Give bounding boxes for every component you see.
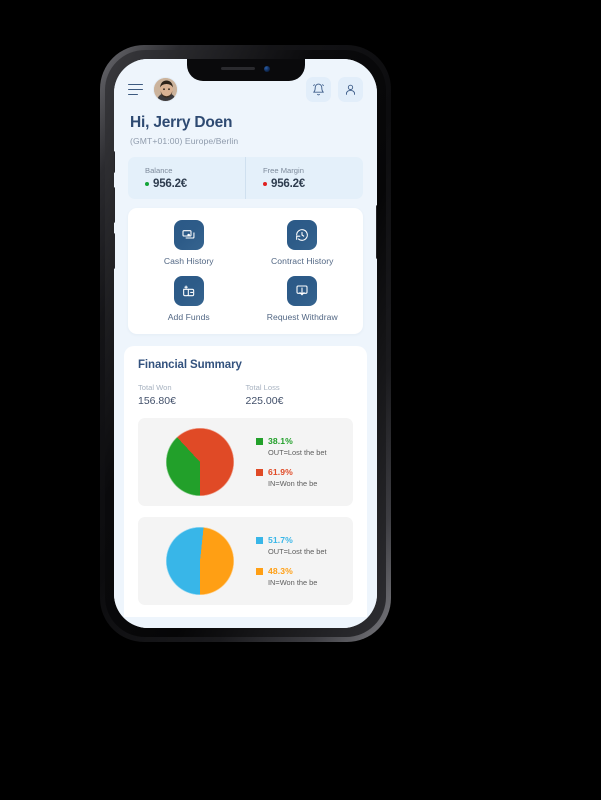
volume-up-button[interactable] — [114, 187, 115, 223]
legend-description: OUT=Lost the bet — [268, 547, 327, 556]
legend-item: 51.7% OUT=Lost the bet — [256, 535, 327, 556]
legend-top: 38.1% — [256, 436, 327, 446]
profile-button[interactable] — [338, 77, 363, 102]
header-right-group — [306, 77, 363, 102]
volume-down-button[interactable] — [114, 233, 115, 269]
action-label: Request Withdraw — [266, 312, 338, 322]
legend-percent: 48.3% — [268, 566, 293, 576]
balance-amount: 956.2€ — [153, 177, 187, 190]
front-camera-icon — [264, 65, 270, 72]
section-title: Financial Summary — [138, 359, 242, 371]
phone-screen: Hi, Jerry Doen (GMT+01:00) Europe/Berlin… — [114, 59, 377, 628]
legend-swatch — [256, 437, 263, 445]
total-won-cell: Total Won 156.80€ — [138, 383, 246, 407]
balance-summary-strip: Balance 956.2€ Free Margin 956.2€ — [128, 157, 363, 199]
legend-top: 61.9% — [256, 467, 327, 477]
total-loss-label: Total Loss — [245, 383, 280, 392]
pie-chart-1 — [166, 428, 234, 496]
device-notch — [186, 59, 305, 81]
legend-percent: 61.9% — [268, 467, 293, 477]
legend-swatch — [256, 536, 263, 544]
request-withdraw-icon — [296, 285, 308, 296]
legend-description: IN=Won the be — [268, 479, 318, 488]
action-add-funds[interactable]: Add Funds — [132, 276, 246, 322]
silent-switch[interactable] — [114, 151, 115, 173]
action-contract-history[interactable]: Contract History — [246, 220, 360, 266]
notification-button[interactable] — [306, 77, 331, 102]
add-funds-tile — [173, 276, 204, 306]
legend-percent: 51.7% — [268, 535, 293, 545]
contract-history-icon — [296, 229, 309, 241]
totals-row: Total Won 156.80€ Total Loss 225.00€ — [138, 383, 353, 407]
legend-swatch — [256, 468, 263, 476]
action-cash-history[interactable]: Cash History — [132, 220, 246, 266]
free-margin-value-row: 956.2€ — [263, 178, 363, 190]
pie-chart-block-2: 51.7% OUT=Lost the bet 48.3% IN=Won the … — [138, 517, 353, 605]
legend-percent: 38.1% — [268, 436, 293, 446]
financial-summary-card: Financial Summary Total Won 156.80€ Tota… — [124, 346, 367, 617]
timezone-label: (GMT+01:00) Europe/Berlin — [130, 136, 239, 146]
person-icon — [345, 84, 356, 95]
total-won-label: Total Won — [138, 383, 172, 392]
free-margin-label: Free Margin — [263, 166, 304, 176]
action-label: Cash History — [163, 256, 214, 266]
action-request-withdraw[interactable]: Request Withdraw — [246, 276, 360, 322]
free-margin-card[interactable]: Free Margin 956.2€ — [245, 157, 363, 199]
hamburger-menu-icon[interactable] — [128, 82, 143, 98]
cash-history-icon — [182, 230, 195, 239]
total-won-value: 156.80€ — [138, 395, 176, 407]
power-button[interactable] — [376, 205, 377, 259]
action-label: Contract History — [271, 256, 334, 266]
phone-device-frame: Hi, Jerry Doen (GMT+01:00) Europe/Berlin… — [100, 45, 391, 642]
add-funds-icon — [182, 285, 194, 297]
request-withdraw-tile — [287, 276, 318, 306]
quick-actions-card: Cash History Contract History Add Funds … — [128, 208, 363, 334]
avatar[interactable] — [153, 77, 178, 102]
pie-chart-block-1: 38.1% OUT=Lost the bet 61.9% IN=Won the … — [138, 418, 353, 506]
legend-top: 48.3% — [256, 566, 327, 576]
speaker-grille — [221, 66, 255, 71]
header-left-group — [128, 77, 178, 102]
status-dot — [145, 181, 149, 186]
app-scroll-container[interactable]: Hi, Jerry Doen (GMT+01:00) Europe/Berlin… — [114, 59, 377, 628]
total-loss-cell: Total Loss 225.00€ — [246, 383, 354, 407]
legend-item: 48.3% IN=Won the be — [256, 566, 327, 587]
contract-history-tile — [287, 220, 318, 250]
pie-chart-2 — [166, 527, 234, 595]
legend-item: 61.9% IN=Won the be — [256, 467, 327, 488]
legend-swatch — [256, 567, 263, 575]
bell-icon — [313, 83, 324, 96]
legend-top: 51.7% — [256, 535, 327, 545]
legend-item: 38.1% OUT=Lost the bet — [256, 436, 327, 457]
phone-inner-bezel: Hi, Jerry Doen (GMT+01:00) Europe/Berlin… — [105, 50, 386, 637]
pie-chart-1-legend: 38.1% OUT=Lost the bet 61.9% IN=Won the … — [256, 436, 327, 488]
cash-history-tile — [173, 220, 204, 250]
page-title: Hi, Jerry Doen — [130, 114, 233, 131]
pie-chart-2-legend: 51.7% OUT=Lost the bet 48.3% IN=Won the … — [256, 535, 327, 587]
action-label: Add Funds — [167, 312, 210, 322]
status-dot — [263, 181, 267, 186]
legend-description: IN=Won the be — [268, 578, 318, 587]
free-margin-amount: 956.2€ — [271, 177, 305, 190]
balance-value-row: 956.2€ — [145, 178, 245, 190]
balance-label: Balance — [145, 166, 173, 176]
balance-card[interactable]: Balance 956.2€ — [128, 157, 245, 199]
greeting-block: Hi, Jerry Doen (GMT+01:00) Europe/Berlin — [114, 102, 377, 146]
legend-description: OUT=Lost the bet — [268, 448, 327, 457]
total-loss-value: 225.00€ — [245, 395, 284, 407]
